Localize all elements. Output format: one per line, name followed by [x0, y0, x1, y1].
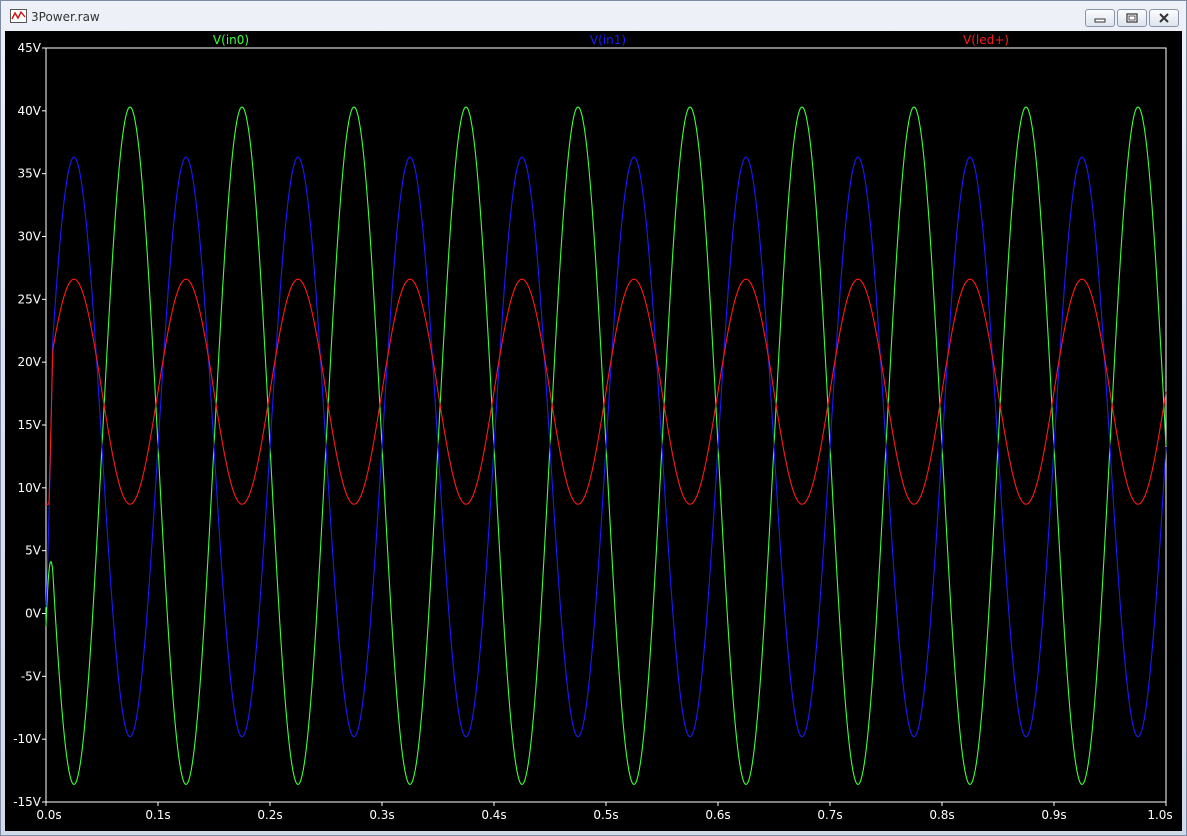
y-tick-label: 15V — [18, 418, 42, 432]
plot-pane[interactable]: -15V -10V -5V 0V 5V 10V 15V 20V 25V 30V 35V 40V 45V 0… — [5, 31, 1182, 831]
y-tick-label: 30V — [18, 230, 42, 244]
y-tick-label: -5V — [21, 669, 42, 683]
title-bar[interactable]: 3Power.raw — [1, 1, 1186, 31]
restore-icon — [1126, 13, 1138, 23]
close-button[interactable] — [1149, 9, 1179, 27]
x-tick-label: 0.7s — [817, 808, 842, 822]
y-tick-label: 20V — [18, 355, 42, 369]
x-tick-label: 0.2s — [257, 808, 282, 822]
y-tick-label: 25V — [18, 292, 42, 306]
app-window: 3Power.raw -15V -10V -5V 0V 5V 10V 15V 20V 25V 30… — [0, 0, 1187, 836]
x-tick-label: 0.6s — [705, 808, 730, 822]
waveform-chart[interactable]: -15V -10V -5V 0V 5V 10V 15V 20V 25V 30V 35V 40V 45V 0… — [5, 31, 1182, 831]
y-tick-label: 5V — [25, 544, 42, 558]
y-tick-label: 40V — [18, 104, 42, 118]
x-tick-label: 0.0s — [36, 808, 61, 822]
waveform-icon — [10, 9, 27, 23]
y-tick-label: 35V — [18, 167, 42, 181]
legend-item: V(in1) — [590, 33, 626, 47]
x-tick-label: 0.8s — [929, 808, 954, 822]
minimize-icon — [1094, 18, 1106, 23]
x-tick-label: 0.1s — [145, 808, 170, 822]
x-tick-label: 0.9s — [1041, 808, 1066, 822]
window-title: 3Power.raw — [31, 10, 100, 24]
series-line-v-in1- — [45, 156, 1167, 738]
legend-item: V(in0) — [213, 33, 249, 47]
y-tick-label: 10V — [18, 481, 42, 495]
series-line-v-led- — [45, 278, 1167, 505]
x-tick-label: 0.5s — [593, 808, 618, 822]
legend-item: V(led+) — [963, 33, 1009, 47]
minimize-button[interactable] — [1085, 9, 1115, 27]
restore-button[interactable] — [1117, 9, 1147, 27]
x-tick-label: 1.0s — [1147, 808, 1172, 822]
y-tick-label: 45V — [18, 41, 42, 55]
x-tick-label: 0.4s — [481, 808, 506, 822]
y-tick-label: 0V — [25, 607, 42, 621]
close-icon — [1159, 13, 1169, 23]
x-tick-label: 0.3s — [369, 808, 394, 822]
y-tick-label: -10V — [13, 732, 42, 746]
y-tick-label: -15V — [13, 795, 42, 809]
plot-border — [45, 47, 1167, 803]
